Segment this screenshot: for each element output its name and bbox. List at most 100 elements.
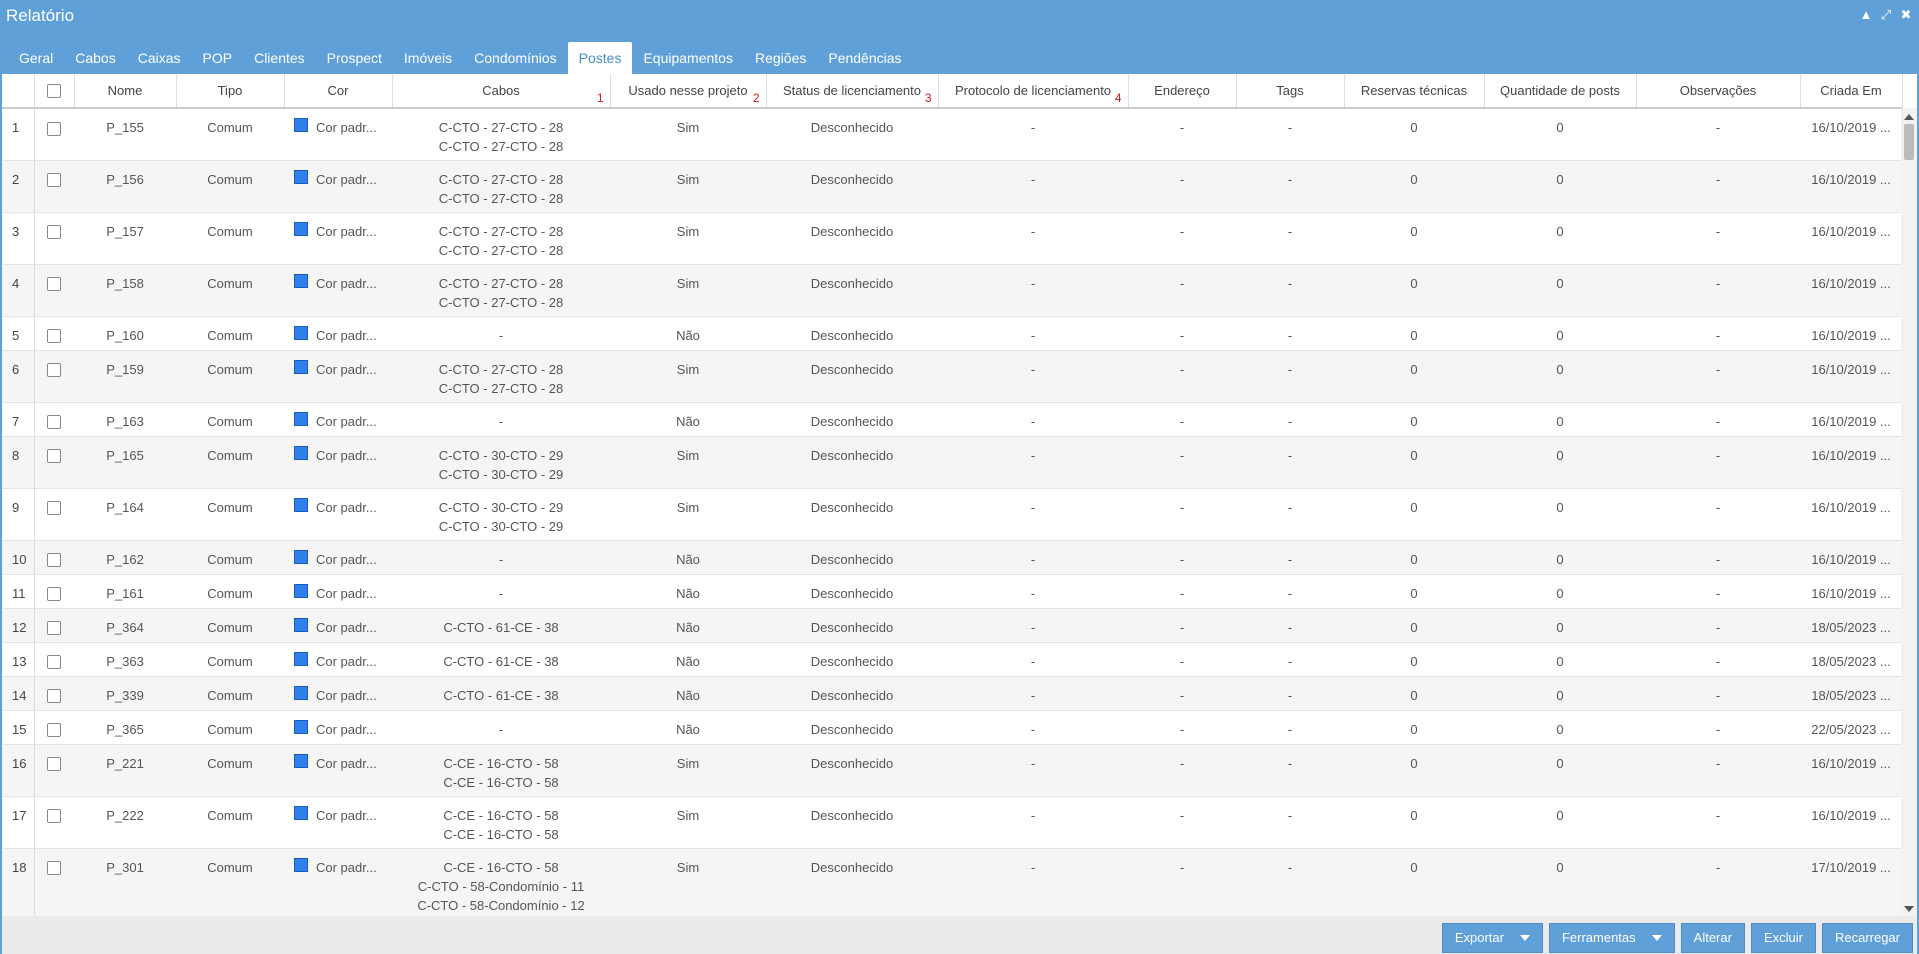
color-label: Cor padr... [316, 619, 377, 635]
table-row[interactable]: 8 P_165 Comum Cor padr... C-CTO - 30-CTO - 2… [2, 436, 1902, 489]
header-reservas[interactable]: Reservas técnicas [1344, 74, 1485, 109]
table-row[interactable]: 6 P_159 Comum Cor padr... C-CTO - 27-CTO - 2… [2, 350, 1902, 403]
column-marker-4: 4 [1114, 91, 1122, 105]
row-checkbox[interactable] [47, 587, 62, 602]
table-row[interactable]: 12 P_364 Comum Cor padr... C-CTO - 61-CE - 3… [2, 608, 1902, 643]
scroll-down-icon[interactable] [1904, 906, 1914, 912]
table-row[interactable]: 7 P_163 Comum Cor padr... - Não Desconhecido - -… [2, 402, 1902, 437]
table-row[interactable]: 16 P_221 Comum Cor padr... C-CE - 16-CTO - 5… [2, 744, 1902, 797]
table-row[interactable]: 9 P_164 Comum Cor padr... C-CTO - 30-CTO - 2… [2, 488, 1902, 541]
table-row[interactable]: 3 P_157 Comum Cor padr... C-CTO - 27-CTO - 2… [2, 212, 1902, 265]
cell-nome: P_159 [74, 350, 176, 403]
row-checkbox[interactable] [47, 363, 62, 378]
vertical-scrollbar[interactable] [1901, 108, 1917, 916]
header-criada[interactable]: Criada Em [1800, 74, 1903, 109]
table-row[interactable]: 11 P_161 Comum Cor padr... - Não Desconhecido -… [2, 574, 1902, 609]
table-row[interactable]: 1 P_155 Comum Cor padr... C-CTO - 27-CTO - 2… [2, 108, 1902, 161]
header-status[interactable]: Status de licenciamento 3 [766, 74, 939, 109]
row-select-cell [34, 108, 74, 161]
cell-observacoes: - [1636, 642, 1800, 677]
row-checkbox[interactable] [47, 861, 62, 876]
cell-endereco: - [1128, 436, 1236, 489]
scrollbar-thumb[interactable] [1904, 124, 1914, 160]
close-icon[interactable]: ✖ [1899, 8, 1913, 22]
reload-button[interactable]: Recarregar [1821, 923, 1913, 953]
cell-endereco: - [1128, 574, 1236, 609]
cell-cabos: C-CTO - 27-CTO - 28 C-CTO - 27-CTO - 28 [392, 160, 610, 213]
cell-tags: - [1236, 108, 1344, 161]
table-row[interactable]: 5 P_160 Comum Cor padr... - Não Desconhecido - -… [2, 316, 1902, 351]
row-checkbox[interactable] [47, 121, 62, 136]
header-observacoes[interactable]: Observações [1636, 74, 1801, 109]
table-row[interactable]: 13 P_363 Comum Cor padr... C-CTO - 61-CE - 3… [2, 642, 1902, 677]
tab-pendencias[interactable]: Pendências [817, 42, 912, 74]
select-all-checkbox[interactable] [47, 84, 61, 99]
table-row[interactable]: 4 P_158 Comum Cor padr... C-CTO - 27-CTO - 2… [2, 264, 1902, 317]
header-protocolo[interactable]: Protocolo de licenciamento 4 [938, 74, 1129, 109]
tab-postes[interactable]: Postes [567, 42, 633, 74]
header-cor[interactable]: Cor [284, 74, 393, 109]
header-tags[interactable]: Tags [1236, 74, 1345, 109]
tab-pop[interactable]: POP [192, 42, 244, 74]
cell-cor: Cor padr... [284, 574, 392, 609]
row-checkbox[interactable] [47, 723, 62, 738]
row-checkbox[interactable] [47, 689, 62, 704]
row-checkbox[interactable] [47, 173, 62, 188]
table-row[interactable]: 15 P_365 Comum Cor padr... - Não Desconhecido -… [2, 710, 1902, 745]
row-checkbox[interactable] [47, 449, 62, 464]
tab-caixas[interactable]: Caixas [127, 42, 192, 74]
tools-button[interactable]: Ferramentas [1548, 923, 1675, 953]
row-checkbox[interactable] [47, 329, 62, 344]
edit-button[interactable]: Alterar [1680, 923, 1745, 953]
table-row[interactable]: 14 P_339 Comum Cor padr... C-CTO - 61-CE - 3… [2, 676, 1902, 711]
collapse-icon[interactable]: ▲ [1859, 8, 1873, 22]
scroll-up-icon[interactable] [1904, 114, 1914, 120]
row-checkbox[interactable] [47, 277, 62, 292]
tab-cabos[interactable]: Cabos [64, 42, 126, 74]
row-checkbox[interactable] [47, 655, 62, 670]
row-checkbox[interactable] [47, 225, 62, 240]
tab-equipamentos[interactable]: Equipamentos [632, 42, 744, 74]
cell-protocolo: - [938, 574, 1128, 609]
header-nome[interactable]: Nome [74, 74, 177, 109]
row-checkbox[interactable] [47, 415, 62, 430]
table-row[interactable]: 18 P_301 Comum Cor padr... C-CE - 16-CTO - 5… [2, 848, 1902, 916]
cell-usado: Sim [610, 744, 766, 797]
header-usado[interactable]: Usado nesse projeto 2 [610, 74, 767, 109]
table-row[interactable]: 2 P_156 Comum Cor padr... C-CTO - 27-CTO - 2… [2, 160, 1902, 213]
color-swatch [294, 583, 308, 598]
tab-regioes[interactable]: Regiões [744, 42, 817, 74]
delete-button[interactable]: Excluir [1750, 923, 1816, 953]
cell-cor: Cor padr... [284, 540, 392, 575]
header-cabos[interactable]: Cabos 1 [392, 74, 611, 109]
cable-entry: C-CTO - 27-CTO - 28 [438, 223, 564, 239]
row-checkbox[interactable] [47, 501, 62, 516]
cell-reservas: 0 [1344, 436, 1484, 489]
tab-geral[interactable]: Geral [8, 42, 64, 74]
row-checkbox[interactable] [47, 809, 62, 824]
cell-endereco: - [1128, 316, 1236, 351]
tab-imoveis[interactable]: Imóveis [393, 42, 463, 74]
table-row[interactable]: 10 P_162 Comum Cor padr... - Não Desconhecido -… [2, 540, 1902, 575]
cell-quantidade: 0 [1484, 574, 1636, 609]
header-endereco[interactable]: Endereço [1128, 74, 1237, 109]
export-button[interactable]: Exportar [1441, 923, 1543, 953]
color-label: Cor padr... [316, 361, 377, 377]
header-quantidade[interactable]: Quantidade de posts [1484, 74, 1637, 109]
header-tipo[interactable]: Tipo [176, 74, 285, 109]
row-checkbox[interactable] [47, 621, 62, 636]
window-controls: ▲ ⤢ ✖ [1859, 8, 1913, 22]
tab-condominios[interactable]: Condomínios [463, 42, 568, 74]
cell-observacoes: - [1636, 316, 1800, 351]
title-bar: Relatório ▲ ⤢ ✖ [0, 0, 1919, 34]
tab-prospect[interactable]: Prospect [316, 42, 393, 74]
table-row[interactable]: 17 P_222 Comum Cor padr... C-CE - 16-CTO - 5… [2, 796, 1902, 849]
maximize-icon[interactable]: ⤢ [1879, 8, 1893, 22]
cell-reservas: 0 [1344, 212, 1484, 265]
tab-clientes[interactable]: Clientes [243, 42, 316, 74]
row-checkbox[interactable] [47, 553, 62, 568]
cell-nome: P_363 [74, 642, 176, 677]
color-swatch [294, 221, 308, 236]
cell-tags: - [1236, 848, 1344, 916]
row-checkbox[interactable] [47, 757, 62, 772]
